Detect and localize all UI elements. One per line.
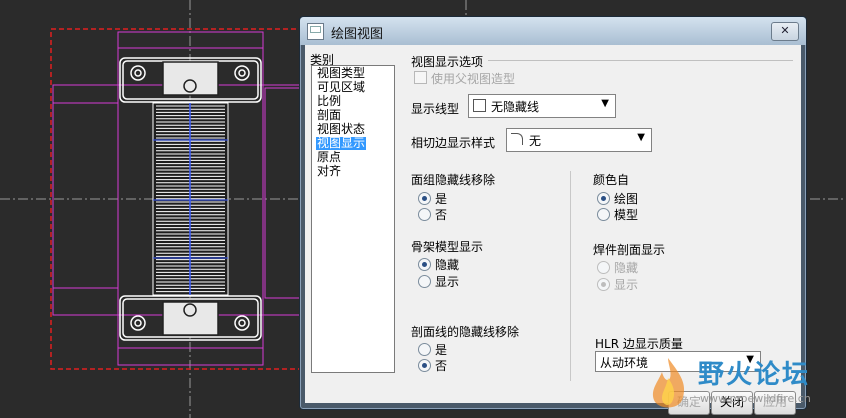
weld-show-radio[interactable] — [597, 278, 610, 291]
face-group-yes-radio[interactable] — [418, 192, 431, 205]
close-icon[interactable]: ✕ — [771, 22, 799, 41]
skeleton-show-label: 显示 — [435, 275, 460, 289]
color-from-drawing-radio[interactable] — [597, 192, 610, 205]
drawing-view-dialog: 绘图视图 ✕ 类别 视图类型 可见区域 比例 剖面 视图状态 视图显示 原点 对… — [299, 16, 807, 415]
dialog-titlebar[interactable]: 绘图视图 ✕ — [300, 17, 806, 45]
face-group-hlr-label: 面组隐藏线移除 — [411, 173, 496, 187]
column-divider — [570, 171, 571, 381]
weld-hide-radio[interactable] — [597, 261, 610, 274]
display-line-style-select[interactable]: 无隐藏线 ▼ — [468, 94, 616, 118]
section-yes-radio[interactable] — [418, 343, 431, 356]
dialog-app-icon — [307, 23, 324, 40]
display-line-style-label: 显示线型 — [411, 102, 460, 116]
weld-section-label: 焊件剖面显示 — [593, 243, 666, 257]
tangent-edge-label: 相切边显示样式 — [411, 136, 496, 150]
tangent-edge-icon — [511, 133, 523, 145]
section-yes-label: 是 — [435, 343, 448, 357]
use-parent-style-checkbox[interactable] — [414, 71, 427, 84]
color-from-model-radio[interactable] — [597, 208, 610, 221]
skeleton-hide-label: 隐藏 — [435, 258, 460, 272]
skeleton-show-radio[interactable] — [418, 275, 431, 288]
section-line-hlr-label: 剖面线的隐藏线移除 — [411, 325, 520, 339]
face-group-no-radio[interactable] — [418, 208, 431, 221]
color-from-drawing-label: 绘图 — [614, 192, 639, 206]
section-no-radio[interactable] — [418, 359, 431, 372]
hlr-quality-label: HLR 边显示质量 — [595, 337, 683, 351]
category-item-section[interactable]: 剖面 — [316, 109, 342, 122]
weld-hide-label: 隐藏 — [614, 261, 639, 275]
category-item-view-type[interactable]: 视图类型 — [316, 67, 366, 80]
tangent-edge-value: 无 — [529, 134, 542, 148]
watermark-url: www.proewildfire.cn — [700, 392, 811, 405]
bottom-flange — [119, 295, 262, 341]
category-item-view-state[interactable]: 视图状态 — [316, 123, 366, 136]
chevron-down-icon: ▼ — [601, 98, 609, 109]
coil-body — [152, 102, 229, 296]
color-from-label: 颜色自 — [593, 173, 630, 187]
color-from-model-label: 模型 — [614, 208, 639, 222]
face-group-yes-label: 是 — [435, 192, 448, 206]
hidden-line-cube-icon — [473, 99, 486, 112]
skeleton-hide-radio[interactable] — [418, 258, 431, 271]
flame-logo-icon — [652, 358, 685, 408]
dialog-body: 类别 视图类型 可见区域 比例 剖面 视图状态 视图显示 原点 对齐 视图显示选… — [305, 45, 801, 415]
category-item-visible-area[interactable]: 可见区域 — [316, 81, 366, 94]
section-no-label: 否 — [435, 359, 448, 373]
category-item-scale[interactable]: 比例 — [316, 95, 342, 108]
category-item-origin[interactable]: 原点 — [316, 151, 342, 164]
group-divider — [488, 60, 793, 61]
category-item-alignment[interactable]: 对齐 — [316, 165, 342, 178]
use-parent-style-label: 使用父视图造型 — [431, 72, 516, 86]
weld-show-label: 显示 — [614, 278, 639, 292]
forum-watermark: 野火论坛 www.proewildfire.cn — [638, 352, 846, 418]
display-line-style-value: 无隐藏线 — [491, 100, 540, 114]
chevron-down-icon: ▼ — [637, 132, 645, 143]
category-item-view-display[interactable]: 视图显示 — [316, 137, 367, 150]
skeleton-display-label: 骨架模型显示 — [411, 240, 484, 254]
category-list[interactable]: 视图类型 可见区域 比例 剖面 视图状态 视图显示 原点 对齐 — [311, 65, 395, 373]
watermark-title: 野火论坛 — [698, 360, 811, 390]
top-flange — [119, 57, 262, 103]
view-display-options-heading: 视图显示选项 — [411, 55, 484, 69]
dialog-title: 绘图视图 — [331, 27, 384, 42]
face-group-no-label: 否 — [435, 208, 448, 222]
tangent-edge-select[interactable]: 无 ▼ — [506, 128, 652, 152]
